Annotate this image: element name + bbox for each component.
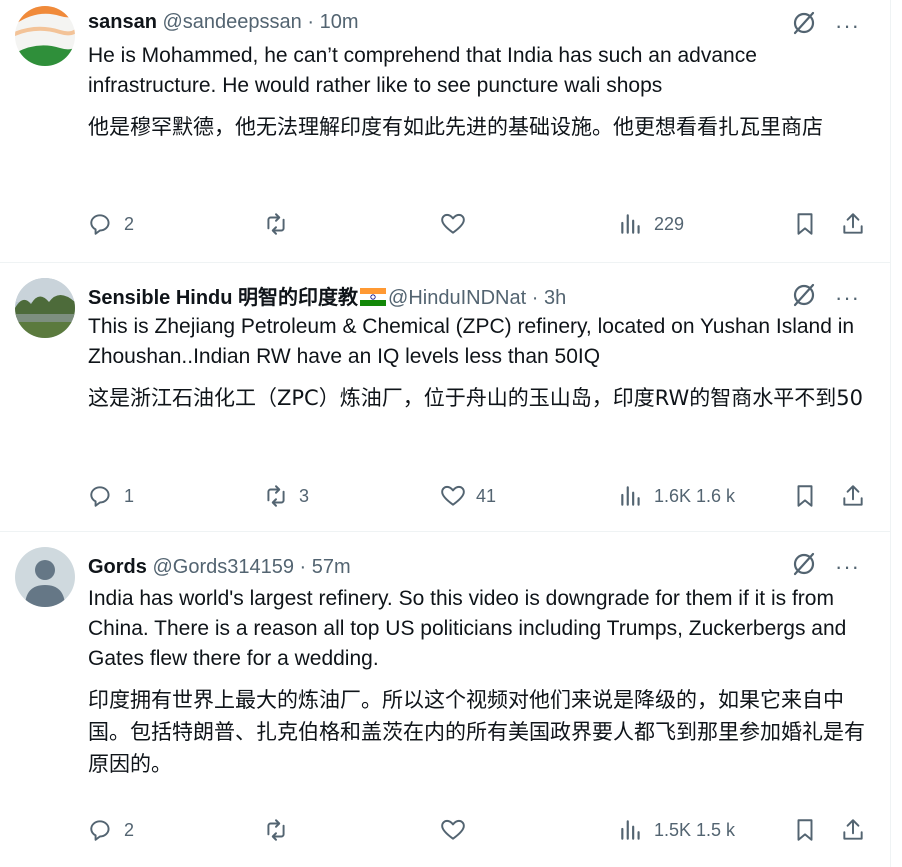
share-icon: [843, 485, 863, 506]
repost-icon: [267, 213, 285, 235]
display-name[interactable]: Sensible Hindu 明智的印度教: [88, 287, 358, 309]
display-name[interactable]: Gords: [88, 556, 147, 578]
user-handle[interactable]: @sandeepssan: [163, 11, 302, 33]
grok-icon[interactable]: [791, 282, 817, 313]
tweet-text-english: He is Mohammed, he can’t comprehend that…: [88, 44, 757, 97]
tweet-text-translation: 这是浙江石油化工（ZPC）炼油厂，位于舟山的玉山岛，印度RW的智商水平不到50: [88, 386, 863, 410]
avatar[interactable]: [15, 547, 75, 607]
share-button[interactable]: [840, 817, 866, 843]
tweet[interactable]: Gords @Gords314159 · 57m ··· India has w…: [0, 532, 890, 867]
view-count: 1.6K 1.6 k: [654, 485, 736, 506]
separator-dot: ·: [307, 11, 315, 33]
separator-dot: ·: [531, 287, 539, 309]
bookmark-button[interactable]: [792, 483, 818, 509]
display-name[interactable]: sansan: [88, 11, 157, 33]
reply-icon: [90, 820, 110, 841]
bookmark-button[interactable]: [792, 211, 818, 237]
reply-count: 2: [124, 213, 135, 234]
avatar[interactable]: [15, 6, 75, 66]
tweet[interactable]: Sensible Hindu 明智的印度教 @HinduINDNat · 3h ·…: [0, 263, 890, 532]
views-button[interactable]: 1.6K 1.6 k: [618, 483, 735, 509]
tweet-top-actions: ···: [791, 282, 860, 313]
bookmark-icon: [797, 213, 813, 235]
separator-dot: ·: [299, 556, 307, 578]
india-flag-icon: [360, 287, 387, 306]
bookmark-button[interactable]: [792, 817, 818, 843]
heart-icon: [441, 213, 465, 234]
repost-count: 3: [299, 485, 310, 506]
heart-icon: [441, 819, 465, 840]
tweet-text-english: This is Zhejiang Petroleum & Chemical (Z…: [88, 315, 855, 368]
tweet-actions: 1 3 41 1.6K 1.6 k: [88, 483, 866, 511]
view-count: 1.5K 1.5 k: [654, 819, 736, 840]
view-count: 229: [654, 213, 685, 234]
bookmark-icon: [797, 485, 813, 507]
tweet[interactable]: sansan @sandeepssan · 10m ··· He is Moha…: [0, 0, 890, 263]
repost-icon: [267, 819, 285, 841]
avatar[interactable]: [15, 278, 75, 338]
reply-button[interactable]: 2: [88, 817, 134, 843]
heart-icon: [441, 485, 465, 506]
reply-icon: [90, 486, 110, 507]
replies-feed: sansan @sandeepssan · 10m ··· He is Moha…: [0, 0, 891, 867]
reply-icon: [90, 214, 110, 235]
reply-button[interactable]: 1: [88, 483, 134, 509]
like-button[interactable]: [440, 817, 476, 843]
more-icon[interactable]: ···: [835, 555, 860, 577]
tweet-header: sansan @sandeepssan · 10m: [88, 9, 790, 35]
reply-count: 2: [124, 819, 135, 840]
tweet-text: India has world's largest refinery. So t…: [88, 584, 866, 780]
tweet-text: He is Mohammed, he can’t comprehend that…: [88, 41, 866, 143]
repost-button[interactable]: [263, 211, 299, 237]
like-button[interactable]: [440, 211, 476, 237]
tweet-text-english: India has world's largest refinery. So t…: [88, 587, 847, 670]
views-button[interactable]: 229: [618, 211, 684, 237]
timestamp[interactable]: 10m: [320, 11, 359, 33]
tweet-text-translation: 印度拥有世界上最大的炼油厂。所以这个视频对他们来说是降级的，如果它来自中国。包括…: [88, 688, 865, 776]
grok-icon[interactable]: [791, 10, 817, 41]
like-count: 41: [476, 485, 497, 506]
share-button[interactable]: [840, 211, 866, 237]
timestamp[interactable]: 57m: [312, 556, 351, 578]
bookmark-icon: [797, 819, 813, 841]
tweet-actions: 2 1.5K 1.5 k: [88, 817, 866, 845]
reply-count: 1: [124, 485, 135, 506]
more-icon[interactable]: ···: [835, 286, 860, 308]
user-handle[interactable]: @HinduINDNat: [388, 287, 526, 309]
tweet-text: This is Zhejiang Petroleum & Chemical (Z…: [88, 312, 866, 414]
tweet-header: Sensible Hindu 明智的印度教 @HinduINDNat · 3h: [88, 285, 790, 311]
views-icon: [621, 820, 640, 840]
share-icon: [843, 819, 863, 840]
views-button[interactable]: 1.5K 1.5 k: [618, 817, 735, 843]
views-icon: [621, 214, 640, 234]
timestamp[interactable]: 3h: [544, 287, 566, 309]
user-handle[interactable]: @Gords314159: [152, 556, 294, 578]
tweet-top-actions: ···: [791, 551, 860, 582]
more-icon[interactable]: ···: [835, 14, 860, 36]
repost-button[interactable]: [263, 817, 299, 843]
like-button[interactable]: 41: [440, 483, 496, 509]
tweet-header: Gords @Gords314159 · 57m: [88, 554, 790, 580]
grok-icon[interactable]: [791, 551, 817, 582]
tweet-top-actions: ···: [791, 10, 860, 41]
repost-button[interactable]: 3: [263, 483, 309, 509]
share-button[interactable]: [840, 483, 866, 509]
tweet-actions: 2 229: [88, 211, 866, 239]
tweet-text-translation: 他是穆罕默德，他无法理解印度有如此先进的基础设施。他更想看看扎瓦里商店: [88, 115, 823, 139]
share-icon: [843, 213, 863, 234]
repost-icon: [267, 485, 285, 507]
reply-button[interactable]: 2: [88, 211, 134, 237]
views-icon: [621, 486, 640, 506]
